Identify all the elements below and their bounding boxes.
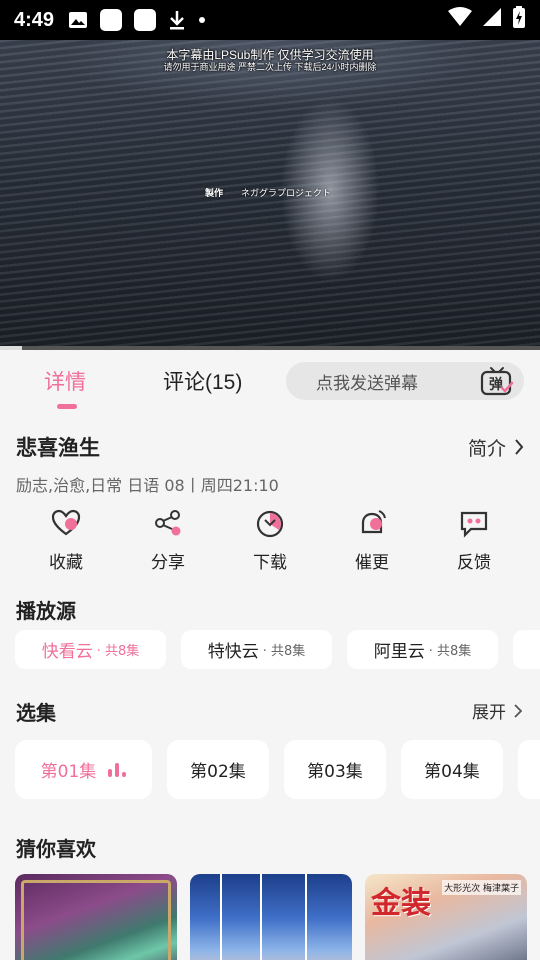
episode-list: 第01集 第02集 第03集 第04集 <box>15 740 540 800</box>
episode-label: 第03集 <box>307 762 363 782</box>
chevron-right-icon <box>514 703 522 718</box>
intro-link[interactable]: 简介 <box>468 434 524 461</box>
credit-label: 製作 <box>205 188 224 198</box>
episode-item[interactable]: 第02集 <box>167 740 269 799</box>
dot-icon <box>198 16 206 24</box>
bell-icon <box>361 510 386 534</box>
favorite-label: 收藏 <box>49 553 83 573</box>
source-chip[interactable]: 特快云 · 共8集 <box>181 630 332 669</box>
app-notification-icon <box>100 9 123 31</box>
anime-title-row: 悲喜渔生 简介 <box>16 432 524 462</box>
recommend-poster[interactable]: 金装 大形光次 梅津葉子 <box>365 874 527 960</box>
danmaku-placeholder: 点我发送弹幕 <box>316 373 418 394</box>
tab-comments[interactable]: 评论(15) <box>163 366 242 396</box>
download-button[interactable]: 下载 <box>230 508 310 573</box>
status-time: 4:49 <box>14 8 55 31</box>
video-subtitle-line2: 请勿用于商业用途 严禁二次上传 下载后24小时内删除 <box>163 62 377 72</box>
image-icon <box>68 10 88 30</box>
signal-icon <box>482 7 502 33</box>
source-count: · 共8集 <box>428 644 472 659</box>
source-count: · 共8集 <box>96 644 140 659</box>
source-chip[interactable]: 快看云 · 共8集 <box>15 630 166 669</box>
poster-mast <box>305 874 307 960</box>
favorite-button[interactable]: 收藏 <box>26 508 106 573</box>
download-icon <box>256 510 284 538</box>
credit-value: ネガグラプロジェクト <box>241 188 332 198</box>
anime-meta: 励志,治愈,日常 日语 08丨周四21:10 <box>16 476 279 495</box>
source-chip-partial[interactable] <box>513 630 540 669</box>
feedback-icon <box>460 511 488 538</box>
urge-update-label: 催更 <box>355 553 389 573</box>
recommend-heading: 猜你喜欢 <box>16 837 96 861</box>
feedback-label: 反馈 <box>457 553 491 573</box>
feedback-button[interactable]: 反馈 <box>434 508 514 573</box>
share-icon <box>155 510 181 536</box>
recommend-poster[interactable] <box>190 874 352 960</box>
tab-bar: 详情 评论(15) 点我发送弹幕 弹 <box>0 352 540 412</box>
poster-mast <box>220 874 222 960</box>
episode-label: 第04集 <box>424 762 480 782</box>
danmaku-toggle-icon[interactable]: 弹 <box>480 366 514 396</box>
video-progress-fill <box>0 346 22 350</box>
video-credit: 製作 ネガグラプロジェクト <box>205 186 331 199</box>
source-chip[interactable]: 阿里云 · 共8集 <box>347 630 498 669</box>
download-label: 下载 <box>253 553 287 573</box>
app-notification-icon-2 <box>134 9 157 31</box>
episode-label: 第02集 <box>190 762 246 782</box>
source-name: 特快云 <box>207 642 259 662</box>
share-label: 分享 <box>151 553 185 573</box>
download-status-icon <box>168 10 186 30</box>
episode-item[interactable]: 第01集 <box>15 740 152 799</box>
sources-heading: 播放源 <box>16 599 76 623</box>
source-list: 快看云 · 共8集 特快云 · 共8集 阿里云 · 共8集 <box>15 630 540 670</box>
poster-title-art: 金装 <box>371 886 431 921</box>
episode-label: 第01集 <box>40 762 97 782</box>
danmaku-icon-text: 弹 <box>489 376 503 393</box>
battery-icon <box>512 6 526 34</box>
action-row: 收藏 分享 下载 催更 反馈 <box>0 508 540 578</box>
status-bar: 4:49 <box>0 0 540 40</box>
tab-details-indicator <box>57 404 77 409</box>
anime-title: 悲喜渔生 <box>16 436 100 460</box>
recommend-poster[interactable] <box>15 874 177 960</box>
expand-label: 展开 <box>472 703 506 723</box>
expand-episodes-button[interactable]: 展开 <box>472 698 522 723</box>
poster-mast <box>260 874 262 960</box>
video-player[interactable]: 本字幕由LPSub制作 仅供学习交流使用 请勿用于商业用途 严禁二次上传 下载后… <box>0 40 540 350</box>
playing-indicator-icon <box>108 762 127 777</box>
video-progress-bar[interactable] <box>0 346 540 350</box>
chevron-right-icon <box>515 439 524 455</box>
share-button[interactable]: 分享 <box>128 508 208 573</box>
urge-update-button[interactable]: 催更 <box>332 508 412 573</box>
source-count: · 共8集 <box>262 644 306 659</box>
danmaku-input[interactable]: 点我发送弹幕 弹 <box>286 362 524 400</box>
poster-author-text: 大形光次 梅津葉子 <box>442 880 521 895</box>
recommend-list: 金装 大形光次 梅津葉子 <box>15 874 540 960</box>
episodes-heading: 选集 <box>16 701 56 725</box>
episode-item[interactable]: 第03集 <box>284 740 386 799</box>
episode-item-partial[interactable] <box>518 740 540 799</box>
episode-item[interactable]: 第04集 <box>401 740 503 799</box>
source-name: 阿里云 <box>373 642 425 662</box>
heart-icon <box>51 509 81 536</box>
source-name: 快看云 <box>41 642 93 662</box>
poster-frame <box>21 880 171 960</box>
intro-label: 简介 <box>467 437 506 460</box>
tab-details[interactable]: 详情 <box>44 366 86 396</box>
wifi-icon <box>448 7 472 33</box>
